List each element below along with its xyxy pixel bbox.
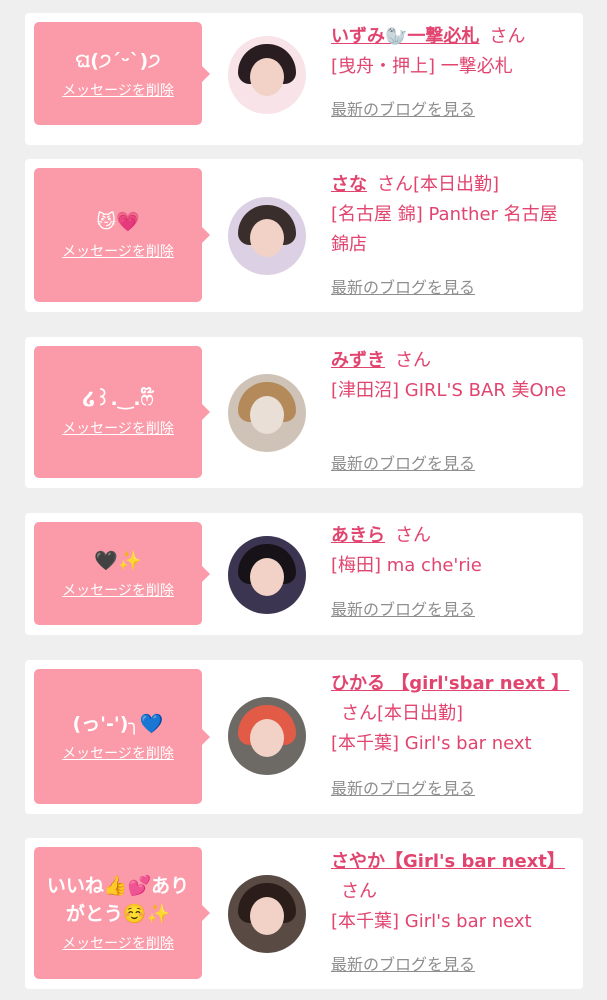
message-bubble: (っ'-')╮💙 メッセージを削除 bbox=[34, 669, 210, 804]
user-name-link[interactable]: さやか【Girl's bar next】 bbox=[331, 851, 565, 872]
message-text: いいね👍💕ありがとう☺️✨ bbox=[46, 875, 190, 925]
honorific: さん bbox=[395, 525, 431, 546]
honorific: さん bbox=[377, 174, 413, 195]
message-bubble: 🖤✨ メッセージを削除 bbox=[34, 522, 210, 625]
message-text: 🖤✨ bbox=[94, 549, 142, 572]
latest-blog-link[interactable]: 最新のブログを見る bbox=[331, 277, 475, 299]
message-card: 🖤✨ メッセージを削除 あきら さん [梅田] ma che'rie 最新のブログ… bbox=[25, 513, 583, 635]
shop-name: [曳舟・押上] 一撃必札 bbox=[331, 56, 513, 77]
user-info: ひかる 【girl'sbar next 】さん[本日出勤] [本千葉] Girl… bbox=[331, 669, 575, 759]
avatar-face bbox=[250, 396, 284, 434]
shop-name: [名古屋 錦] Panther 名古屋錦店 bbox=[331, 204, 558, 255]
message-text: 😼💗 bbox=[96, 211, 140, 233]
delete-message-link[interactable]: メッセージを削除 bbox=[62, 934, 174, 954]
shop-name: [本千葉] Girl's bar next bbox=[331, 911, 532, 932]
user-name-link[interactable]: さな bbox=[331, 174, 367, 195]
honorific: さん bbox=[341, 881, 377, 902]
user-info: さな さん[本日出勤] [名古屋 錦] Panther 名古屋錦店 bbox=[331, 170, 575, 260]
message-card: ଘ(੭ˊᵕˋ)੭ メッセージを削除 いずみ🦭一撃必札 さん [曳舟・押上] 一撃必… bbox=[25, 13, 583, 145]
message-bubble: いいね👍💕ありがとう☺️✨ メッセージを削除 bbox=[34, 847, 210, 979]
avatar[interactable] bbox=[228, 197, 306, 275]
user-info: みずき さん [津田沼] GIRL'S BAR 美One bbox=[331, 346, 575, 406]
delete-message-link[interactable]: メッセージを削除 bbox=[62, 419, 174, 439]
honorific: さん bbox=[395, 350, 431, 371]
message-card: (っ'-')╮💙 メッセージを削除 ひかる 【girl'sbar next 】さ… bbox=[25, 660, 583, 814]
latest-blog-link[interactable]: 最新のブログを見る bbox=[331, 778, 475, 800]
avatar-face bbox=[250, 558, 284, 596]
latest-blog-link[interactable]: 最新のブログを見る bbox=[331, 954, 475, 976]
shop-name: [本千葉] Girl's bar next bbox=[331, 733, 532, 754]
avatar-face bbox=[250, 719, 284, 757]
avatar[interactable] bbox=[228, 36, 306, 114]
delete-message-link[interactable]: メッセージを削除 bbox=[62, 744, 174, 764]
latest-blog-link[interactable]: 最新のブログを見る bbox=[331, 599, 475, 621]
avatar[interactable] bbox=[228, 536, 306, 614]
message-bubble: ໒꒱.‿.ෆ໊ メッセージを削除 bbox=[34, 346, 210, 478]
user-name-link[interactable]: ひかる 【girl'sbar next 】 bbox=[331, 673, 569, 694]
message-text: (っ'-')╮💙 bbox=[72, 712, 164, 735]
shop-name: [津田沼] GIRL'S BAR 美One bbox=[331, 380, 567, 401]
delete-message-link[interactable]: メッセージを削除 bbox=[62, 581, 174, 601]
delete-message-link[interactable]: メッセージを削除 bbox=[62, 81, 174, 101]
avatar-face bbox=[250, 219, 284, 257]
attendance-badge: [本日出勤] bbox=[413, 174, 500, 195]
delete-message-link[interactable]: メッセージを削除 bbox=[62, 242, 174, 262]
avatar[interactable] bbox=[228, 697, 306, 775]
message-list: ଘ(੭ˊᵕˋ)੭ メッセージを削除 いずみ🦭一撃必札 さん [曳舟・押上] 一撃必… bbox=[0, 0, 607, 1000]
message-bubble: ଘ(੭ˊᵕˋ)੭ メッセージを削除 bbox=[34, 22, 210, 125]
message-card: ໒꒱.‿.ෆ໊ メッセージを削除 みずき さん [津田沼] GIRL'S BAR … bbox=[25, 337, 583, 488]
user-name-link[interactable]: いずみ🦭一撃必札 bbox=[331, 26, 479, 47]
message-card: いいね👍💕ありがとう☺️✨ メッセージを削除 さやか【Girl's bar ne… bbox=[25, 838, 583, 989]
latest-blog-link[interactable]: 最新のブログを見る bbox=[331, 453, 475, 475]
latest-blog-link[interactable]: 最新のブログを見る bbox=[331, 99, 475, 121]
avatar-face bbox=[250, 897, 284, 935]
message-card: 😼💗 メッセージを削除 さな さん[本日出勤] [名古屋 錦] Panther 名… bbox=[25, 159, 583, 312]
avatar-face bbox=[250, 58, 284, 96]
user-info: いずみ🦭一撃必札 さん [曳舟・押上] 一撃必札 bbox=[331, 22, 575, 82]
attendance-badge: [本日出勤] bbox=[377, 703, 464, 724]
honorific: さん bbox=[341, 703, 377, 724]
user-info: さやか【Girl's bar next】さん [本千葉] Girl's bar … bbox=[331, 847, 575, 937]
honorific: さん bbox=[489, 26, 526, 47]
user-info: あきら さん [梅田] ma che'rie bbox=[331, 521, 575, 581]
shop-name: [梅田] ma che'rie bbox=[331, 555, 482, 576]
user-name-link[interactable]: みずき bbox=[331, 350, 385, 371]
user-name-link[interactable]: あきら bbox=[331, 525, 385, 546]
message-text: ໒꒱.‿.ෆ໊ bbox=[82, 388, 154, 410]
avatar[interactable] bbox=[228, 875, 306, 953]
message-text: ଘ(੭ˊᵕˋ)੭ bbox=[75, 49, 161, 72]
avatar[interactable] bbox=[228, 374, 306, 452]
message-bubble: 😼💗 メッセージを削除 bbox=[34, 168, 210, 302]
